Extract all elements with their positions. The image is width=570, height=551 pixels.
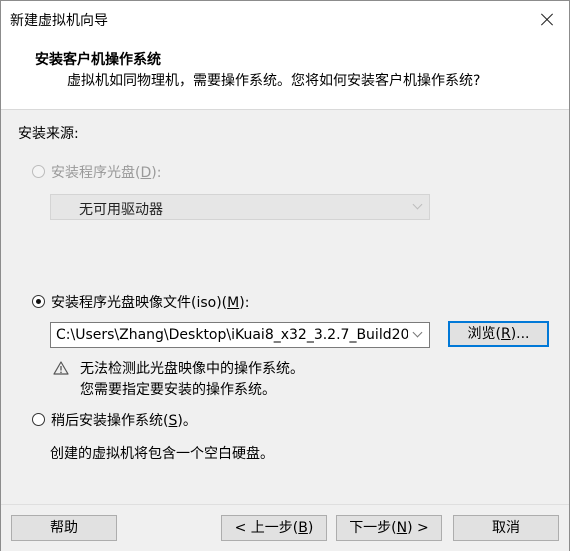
close-button[interactable] (523, 1, 569, 39)
warning-line-2: 您需要指定要安装的操作系统。 (80, 382, 276, 398)
warning-line-1: 无法检测此光盘映像中的操作系统。 (80, 361, 304, 377)
cancel-button[interactable]: 取消 (453, 515, 559, 541)
window-title: 新建虚拟机向导 (10, 13, 108, 29)
chevron-down-icon[interactable] (412, 327, 423, 338)
drive-dropdown-value: 无可用驱动器 (79, 202, 163, 218)
iso-path-value: C:\Users\Zhang\Desktop\iKuai8_x32_3.2.7_… (56, 327, 408, 343)
disc-radio[interactable] (32, 165, 45, 178)
next-button[interactable]: 下一步(N) > (336, 515, 442, 541)
title-bar: 新建虚拟机向导 (1, 1, 569, 39)
install-later-radio[interactable] (32, 413, 45, 426)
wizard-body: 安装来源: 安装程序光盘(D): 无可用驱动器 安装程序光盘映像文件(iso)(… (1, 110, 569, 504)
browse-button[interactable]: 浏览(R)... (448, 321, 549, 347)
iso-path-combobox[interactable]: C:\Users\Zhang\Desktop\iKuai8_x32_3.2.7_… (50, 322, 430, 348)
drive-dropdown[interactable]: 无可用驱动器 (50, 194, 430, 220)
disc-option-label[interactable]: 安装程序光盘(D): (51, 162, 161, 182)
os-detect-warning: 无法检测此光盘映像中的操作系统。 您需要指定要安装的操作系统。 (80, 359, 304, 401)
iso-option-label[interactable]: 安装程序光盘映像文件(iso)(M): (51, 292, 249, 312)
install-source-label: 安装来源: (18, 126, 79, 142)
wizard-header: 安装客户机操作系统 虚拟机如同物理机，需要操作系统。您将如何安装客户机操作系统? (1, 39, 569, 110)
chevron-down-icon (412, 199, 423, 210)
new-vm-wizard-window: 新建虚拟机向导 安装客户机操作系统 虚拟机如同物理机，需要操作系统。您将如何安装… (0, 0, 570, 551)
help-button[interactable]: 帮助 (11, 515, 117, 541)
back-button[interactable]: < 上一步(B) (221, 515, 327, 541)
blank-disk-note: 创建的虚拟机将包含一个空白硬盘。 (50, 446, 274, 462)
iso-radio[interactable] (32, 295, 45, 308)
wizard-footer: 帮助 < 上一步(B) 下一步(N) > 取消 (1, 504, 569, 551)
page-title: 安装客户机操作系统 (35, 52, 161, 68)
warning-icon (53, 361, 69, 375)
install-later-label[interactable]: 稍后安装操作系统(S)。 (51, 410, 197, 430)
page-subtitle: 虚拟机如同物理机，需要操作系统。您将如何安装客户机操作系统? (67, 73, 481, 89)
